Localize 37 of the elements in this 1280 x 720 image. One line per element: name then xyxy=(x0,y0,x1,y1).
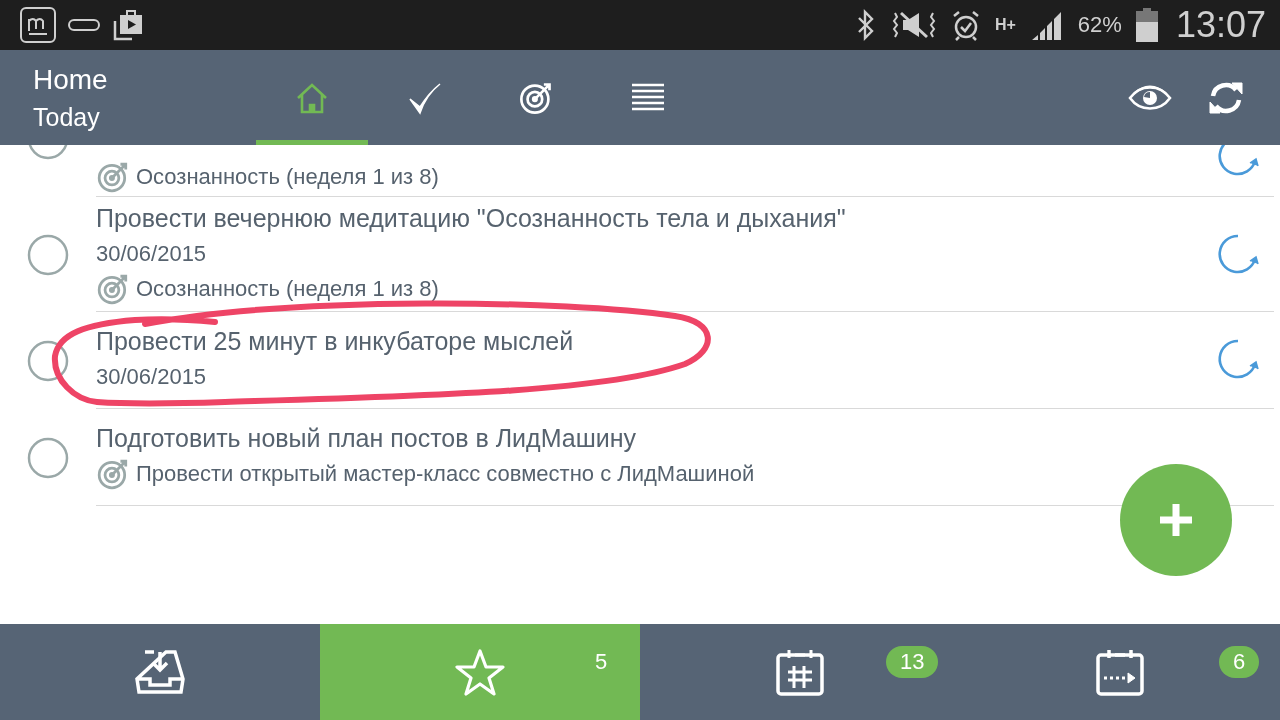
plus-icon xyxy=(1158,502,1194,538)
task-checkbox[interactable] xyxy=(27,436,69,479)
checkmark-icon xyxy=(407,80,441,115)
task-date: 30/06/2015 xyxy=(96,363,208,391)
calendar-icon xyxy=(776,648,824,696)
task-goal: Осознанность (неделя 1 из 8) xyxy=(136,163,439,191)
band-icon xyxy=(68,17,100,33)
refresh-icon[interactable] xyxy=(1208,79,1244,116)
video-store-icon xyxy=(112,9,144,41)
screen-subtitle: Today xyxy=(33,101,101,132)
network-indicator: H+ xyxy=(994,18,1016,32)
task-checkbox[interactable] xyxy=(27,339,69,382)
task-checkbox[interactable] xyxy=(27,233,69,276)
screen-title: Home xyxy=(33,63,109,96)
task-date: 30/06/2015 xyxy=(96,240,208,268)
inbox-icon xyxy=(135,649,185,695)
task-title[interactable]: Подготовить новый план постов в ЛидМашину xyxy=(96,421,1202,456)
task-row[interactable]: Осознанность (неделя 1 из 8) xyxy=(96,145,1274,197)
battery-percent: 62% xyxy=(1077,12,1122,38)
calendar-arrow-icon xyxy=(1096,648,1144,696)
battery-icon xyxy=(1135,8,1158,42)
star-icon xyxy=(455,648,505,696)
repeat-icon[interactable] xyxy=(1217,145,1259,177)
task-goal: Осознанность (неделя 1 из 8) xyxy=(136,275,439,303)
app-icon xyxy=(20,7,56,43)
repeat-icon[interactable] xyxy=(1217,338,1259,380)
task-row[interactable]: Провести вечернюю медитацию "Осознанность тела и дыхания" 30/06/2015 Осознанность (неделя 1 из 8) xyxy=(96,197,1274,312)
task-row[interactable]: Провести 25 минут в инкубаторе мыслей 30/06/2015 xyxy=(96,312,1274,409)
task-goal: Провести открытый мастер-класс совместно с ЛидМашиной xyxy=(136,460,755,488)
count-badge: 13 xyxy=(886,646,939,678)
repeat-icon[interactable] xyxy=(1217,232,1259,275)
task-title[interactable]: Провести 25 минут в инкубаторе мыслей xyxy=(96,324,1202,359)
task-title[interactable]: Провести вечернюю медитацию "Осознанность тела и дыхания" xyxy=(96,201,1202,236)
vibrate-mute-icon xyxy=(890,9,937,41)
clock: 13:07 xyxy=(1175,4,1266,46)
count-label: 5 xyxy=(595,648,608,676)
count-badge: 6 xyxy=(1219,646,1260,678)
